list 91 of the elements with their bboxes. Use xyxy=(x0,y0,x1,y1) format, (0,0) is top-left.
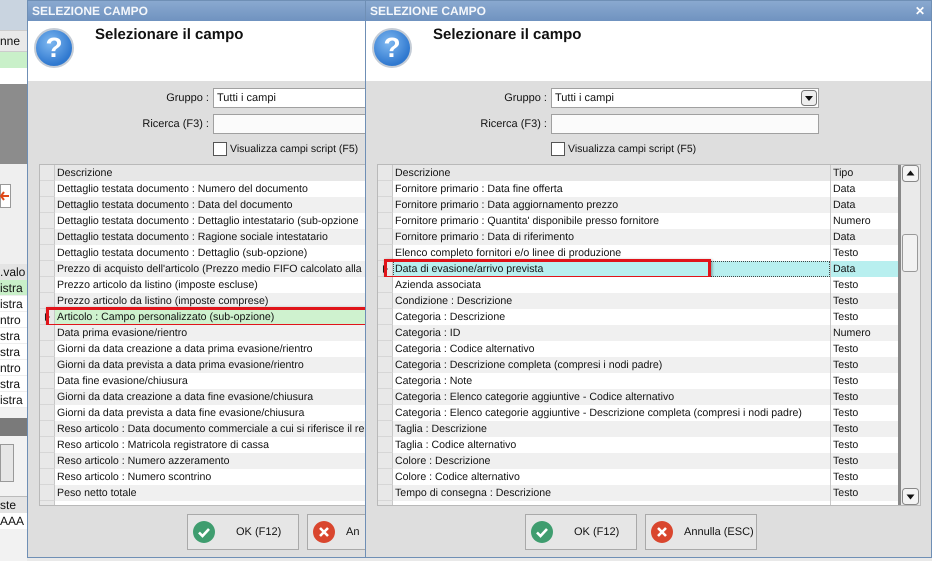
table-cell[interactable]: istra xyxy=(0,280,27,296)
table-row[interactable]: Dettaglio testata documento : Ragione sociale intestatario xyxy=(40,229,366,245)
table-row[interactable]: Categoria : Elenco categorie aggiuntive - Codice alternativo Testo xyxy=(378,389,898,405)
table-cell-text: Categoria : Codice alternativo xyxy=(394,342,536,357)
checkmark-icon xyxy=(193,521,215,543)
table-cell-text: Categoria : ID xyxy=(394,326,462,341)
dialog-heading: Selezionare il campo xyxy=(95,26,244,43)
cancel-button[interactable]: Annulla (ESC) xyxy=(645,514,757,550)
table-cell-text: Dettaglio testata documento : Dettaglio (sub-opzione) xyxy=(56,246,308,261)
table-cell-text: Azienda associata xyxy=(394,278,482,293)
table-cell-text: Reso articolo : Matricola registratore di cassa xyxy=(56,438,270,453)
help-icon: ? xyxy=(372,28,412,68)
table-row[interactable]: Categoria : ID Numero xyxy=(378,325,898,341)
table-cell-text: Condizione : Descrizione xyxy=(394,294,514,309)
table-row[interactable]: Condizione : Descrizione Testo xyxy=(378,293,898,309)
toolbar-background xyxy=(0,418,27,436)
table-row[interactable]: Tempo di consegna : Descrizione Testo xyxy=(378,485,898,501)
table-row[interactable]: Fornitore primario : Data di riferimento Data xyxy=(378,229,898,245)
table-cell-text: Prezzo articolo da listino (imposte comprese) xyxy=(56,294,270,309)
window-title: SELEZIONE CAMPO xyxy=(370,4,486,18)
column-header: nne xyxy=(0,30,27,52)
field-label: Gruppo : xyxy=(165,92,209,104)
table-cell-text: Prezzo articolo da listino (imposte escluse) xyxy=(56,278,259,293)
table-cell: Data di evasione/arrivo prevista xyxy=(393,261,830,277)
column-header: ste xyxy=(0,496,27,513)
group-dropdown[interactable]: Tutti i campi xyxy=(551,88,819,108)
table-cell-text: Categoria : Elenco categorie aggiuntive - Descrizione completa (compresi i nodi padre) xyxy=(394,406,803,421)
table-cell-text: Articolo : Campo personalizzato (sub-opzione) xyxy=(56,310,276,325)
table-cell-text: Reso articolo : Numero azzeramento xyxy=(56,454,231,469)
checkbox[interactable] xyxy=(213,142,227,156)
table-cell-text: Categoria : Descrizione completa (compresi i nodi padre) xyxy=(394,358,664,373)
table-cell-text: Taglia : Codice alternativo xyxy=(394,438,518,453)
cancel-icon xyxy=(651,521,673,543)
field-label: Ricerca (F3) : xyxy=(479,118,547,130)
table-row[interactable]: Data di evasione/arrivo prevista Data xyxy=(378,261,898,277)
table-cell-text: Giorni da data prevista a data prima evasione/rientro xyxy=(56,358,305,373)
table-cell-text: Tempo di consegna : Descrizione xyxy=(394,486,552,501)
table-cell-text: Categoria : Note xyxy=(394,374,474,389)
toolbar-button[interactable] xyxy=(0,444,14,482)
column-header: .valo xyxy=(0,264,27,280)
table-cell-text: Giorni da data creazione a data prima evasione/rientro xyxy=(56,342,314,357)
table-cell-text: Elenco completo fornitori e/o linee di produzione xyxy=(394,246,622,261)
group-dropdown[interactable]: Tutti i campi xyxy=(213,88,366,108)
window-title: SELEZIONE CAMPO xyxy=(32,4,148,18)
table-cell-text: Reso articolo : Numero scontrino xyxy=(56,470,212,485)
checkmark-icon xyxy=(531,521,553,543)
table-cell-text: Fornitore primario : Data di riferimento xyxy=(394,230,575,245)
table-cell-text: Fornitore primario : Data fine offerta xyxy=(394,182,564,197)
table-cell-text: Giorni da data prevista a data fine evasione/chiusura xyxy=(56,406,306,421)
table-row[interactable]: Categoria : Descrizione completa (compresi i nodi padre) Testo xyxy=(378,357,898,373)
table-cell-text: Dettaglio testata documento : Data del documento xyxy=(56,198,294,213)
field-label: Ricerca (F3) : xyxy=(141,118,209,130)
cancel-icon xyxy=(313,521,335,543)
ok-button[interactable]: OK (F12) xyxy=(187,514,299,550)
table-row[interactable]: Taglia : Descrizione Testo xyxy=(378,421,898,437)
table-cell-text: Categoria : Elenco categorie aggiuntive - Codice alternativo xyxy=(394,390,676,405)
scroll-thumb[interactable] xyxy=(902,234,918,272)
table-cell-text: Fornitore primario : Quantita' disponibile presso fornitore xyxy=(394,214,660,229)
dialog-heading: Selezionare il campo xyxy=(433,26,582,43)
scroll-down-icon[interactable] xyxy=(902,488,919,505)
scrollbar[interactable] xyxy=(898,165,920,505)
table-row[interactable]: Peso netto totale xyxy=(40,485,366,501)
help-icon: ? xyxy=(34,28,74,68)
table-cell-text: Dettaglio testata documento : Numero del documento xyxy=(56,182,309,197)
search-field[interactable] xyxy=(551,114,819,134)
table-cell-text: Peso netto totale xyxy=(56,486,138,501)
table-cell-text: Giorni da data creazione a data fine evasione/chiusura xyxy=(56,390,314,405)
table-row[interactable]: Giorni da data creazione a data fine evasione/chiusura xyxy=(40,389,366,405)
table-cell-text: Data fine evasione/chiusura xyxy=(56,374,189,389)
table-cell-text: Colore : Codice alternativo xyxy=(394,470,521,485)
checkbox-label: Visualizza campi script (F5) xyxy=(568,143,696,155)
table-cell-text: Taglia : Descrizione xyxy=(394,422,488,437)
table-row[interactable]: Colore : Descrizione Testo xyxy=(378,453,898,469)
checkbox[interactable] xyxy=(551,142,565,156)
cancel-button[interactable]: An xyxy=(307,514,366,550)
table-row[interactable]: Reso articolo : Numero azzeramento xyxy=(40,453,366,469)
ok-button[interactable]: OK (F12) xyxy=(525,514,637,550)
table-cell-text: Dettaglio testata documento : Ragione sociale intestatario xyxy=(56,230,329,245)
table-cell-text: Fornitore primario : Data aggiornamento prezzo xyxy=(394,198,620,213)
table-row[interactable]: Giorni da data prevista a data prima evasione/rientro xyxy=(40,357,366,373)
scroll-up-icon[interactable] xyxy=(902,165,919,182)
table-cell-text: Colore : Descrizione xyxy=(394,454,492,469)
field-label: Gruppo : xyxy=(503,92,547,104)
table-cell: AAA xyxy=(0,513,27,529)
table-row[interactable]: Dettaglio testata documento : Data del documento xyxy=(40,197,366,213)
table-row[interactable]: Fornitore primario : Data aggiornamento prezzo Data xyxy=(378,197,898,213)
table-row[interactable]: Data prima evasione/rientro xyxy=(40,325,366,341)
table-cell-text: Data prima evasione/rientro xyxy=(56,326,188,341)
table-cell-text: Categoria : Descrizione xyxy=(394,310,506,325)
column-header[interactable]: Descrizione xyxy=(393,165,830,181)
checkbox-label: Visualizza campi script (F5) xyxy=(230,143,358,155)
